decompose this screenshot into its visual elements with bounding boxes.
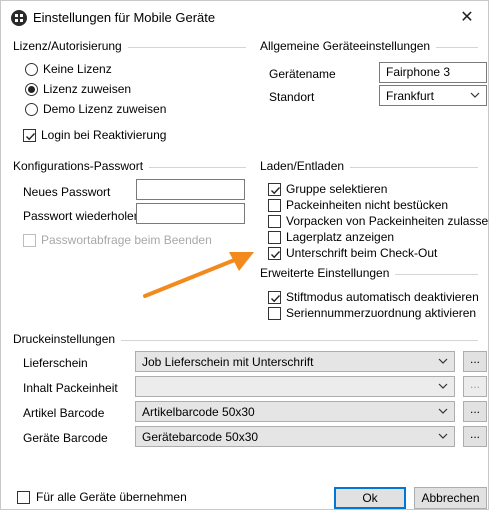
browse-button[interactable]: ... <box>463 426 487 447</box>
checkbox[interactable] <box>268 291 281 304</box>
ok-button[interactable]: Ok <box>334 487 406 509</box>
cancel-button[interactable]: Abbrechen <box>414 487 487 509</box>
checkbox[interactable] <box>17 491 30 504</box>
license-group-title: Lizenz/Autorisierung <box>13 39 128 53</box>
select-value: Gerätebarcode 50x30 <box>142 430 259 444</box>
browse-button[interactable]: ... <box>463 401 487 422</box>
select-value: Job Lieferschein mit Unterschrift <box>142 355 314 369</box>
print-row-label: Artikel Barcode <box>23 406 105 420</box>
delivery-note-select[interactable]: Job Lieferschein mit Unterschrift <box>135 351 455 372</box>
radio-label: Keine Lizenz <box>43 62 112 76</box>
checkbox[interactable] <box>268 307 281 320</box>
radio-label: Lizenz zuweisen <box>43 82 132 96</box>
repeat-password-label: Passwort wiederholen <box>23 209 141 223</box>
device-name-input[interactable]: Fairphone 3 <box>379 62 487 83</box>
packing-unit-content-select[interactable] <box>135 376 455 397</box>
checkbox[interactable] <box>23 234 36 247</box>
print-row-label: Lieferschein <box>23 356 88 370</box>
settings-dialog: Einstellungen für Mobile Geräte ✕ Lizenz… <box>0 0 489 510</box>
checkbox-label: Passwortabfrage beim Beenden <box>41 233 212 247</box>
browse-button[interactable]: ... <box>463 351 487 372</box>
radio-button[interactable] <box>25 103 38 116</box>
new-password-label: Neues Passwort <box>23 185 111 199</box>
advanced-group-title: Erweiterte Einstellungen <box>260 266 396 280</box>
checkmark-icon <box>271 251 281 259</box>
checkbox-label: Unterschrift beim Check-Out <box>286 246 438 260</box>
checkbox[interactable] <box>268 183 281 196</box>
checkbox[interactable] <box>268 199 281 212</box>
chevron-down-icon <box>438 383 448 389</box>
close-button[interactable]: ✕ <box>456 7 478 29</box>
print-group-title: Druckeinstellungen <box>13 332 122 346</box>
select-value: Artikelbarcode 50x30 <box>142 405 255 419</box>
new-password-input[interactable] <box>136 179 245 200</box>
checkbox[interactable] <box>268 247 281 260</box>
chevron-down-icon <box>470 92 480 98</box>
print-row-label: Geräte Barcode <box>23 431 108 445</box>
close-icon: ✕ <box>460 9 474 26</box>
radio-label: Demo Lizenz zuweisen <box>43 102 167 116</box>
chevron-down-icon <box>438 358 448 364</box>
location-select[interactable]: Frankfurt <box>379 85 487 106</box>
checkbox-label: Stiftmodus automatisch deaktivieren <box>286 290 479 304</box>
checkbox[interactable] <box>23 129 36 142</box>
checkbox-label: Login bei Reaktivierung <box>41 128 167 142</box>
article-barcode-select[interactable]: Artikelbarcode 50x30 <box>135 401 455 422</box>
chevron-down-icon <box>438 408 448 414</box>
checkbox-label: Vorpacken von Packeinheiten zulassen <box>286 214 489 228</box>
repeat-password-input[interactable] <box>136 203 245 224</box>
checkbox-label: Gruppe selektieren <box>286 182 388 196</box>
checkbox-label: Lagerplatz anzeigen <box>286 230 395 244</box>
general-group-title: Allgemeine Geräteeinstellungen <box>260 39 437 53</box>
device-barcode-select[interactable]: Gerätebarcode 50x30 <box>135 426 455 447</box>
checkbox-label: Seriennummerzuordnung aktivieren <box>286 306 477 320</box>
window-title: Einstellungen für Mobile Geräte <box>33 10 216 25</box>
checkbox[interactable] <box>268 215 281 228</box>
title-bar: Einstellungen für Mobile Geräte ✕ <box>1 1 488 35</box>
location-value: Frankfurt <box>386 89 435 103</box>
radio-button[interactable] <box>25 63 38 76</box>
password-group-title: Konfigurations-Passwort <box>13 159 150 173</box>
loading-group-title: Laden/Entladen <box>260 159 351 173</box>
print-row-label: Inhalt Packeinheit <box>23 381 118 395</box>
app-icon <box>11 10 27 26</box>
chevron-down-icon <box>438 433 448 439</box>
browse-button[interactable]: ... <box>463 376 487 397</box>
checkbox-label: Packeinheiten nicht bestücken <box>286 198 449 212</box>
checkmark-icon <box>271 187 281 195</box>
checkmark-icon <box>26 133 36 141</box>
radio-button[interactable] <box>25 83 38 96</box>
location-label: Standort <box>269 90 315 104</box>
device-name-label: Gerätename <box>269 67 336 81</box>
annotation-arrow-icon <box>143 252 254 298</box>
checkbox-label: Für alle Geräte übernehmen <box>36 490 187 504</box>
checkbox[interactable] <box>268 231 281 244</box>
checkmark-icon <box>271 295 281 303</box>
